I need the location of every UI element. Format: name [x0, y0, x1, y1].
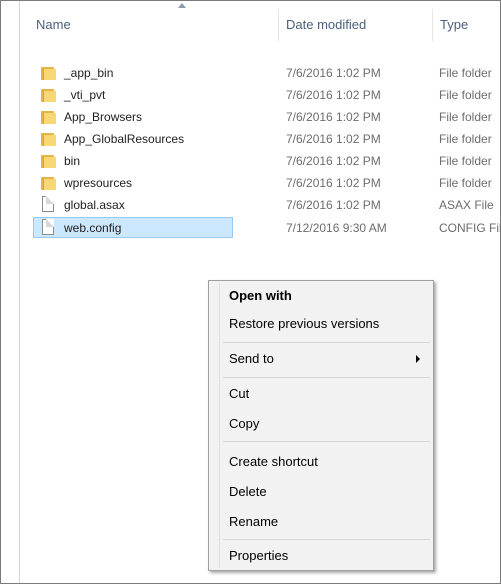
menu-item-label: Copy [229, 416, 260, 431]
folder-icon [41, 154, 56, 168]
file-row-selected[interactable]: web.config 7/12/2016 9:30 AM CONFIG File [31, 217, 501, 239]
menu-item-label: Create shortcut [229, 454, 318, 469]
menu-item-rename[interactable]: Rename [212, 511, 430, 533]
file-date-modified: 7/6/2016 1:02 PM [286, 198, 381, 212]
column-divider[interactable] [278, 9, 279, 41]
menu-item-label: Delete [229, 484, 267, 499]
folder-icon [41, 88, 56, 102]
menu-item-label: Properties [229, 548, 289, 563]
file-type: File folder [439, 66, 492, 80]
file-type: File folder [439, 154, 492, 168]
file-name: App_GlobalResources [64, 132, 185, 146]
menu-item-open-with[interactable]: Open with [212, 285, 430, 307]
menu-item-cut[interactable]: Cut [212, 383, 430, 405]
file-type: CONFIG File [439, 221, 501, 235]
sort-ascending-icon [178, 3, 186, 8]
menu-item-label: Rename [229, 514, 279, 529]
file-name: wpresources [64, 176, 133, 190]
context-menu: Open with Restore previous versions Send… [208, 280, 434, 571]
file-type: File folder [439, 132, 492, 146]
folder-icon [41, 110, 56, 124]
column-header-type[interactable]: Type [440, 1, 468, 41]
file-date-modified: 7/6/2016 1:02 PM [286, 66, 381, 80]
folder-icon [41, 66, 56, 80]
menu-item-label: Send to [229, 351, 274, 366]
menu-separator [223, 441, 430, 442]
menu-item-label: Restore previous versions [229, 316, 380, 331]
file-date-modified: 7/6/2016 1:02 PM [286, 88, 381, 102]
menu-item-properties[interactable]: Properties [212, 545, 430, 567]
file-row[interactable]: _vti_pvt 7/6/2016 1:02 PM File folder [31, 84, 501, 106]
menu-item-delete[interactable]: Delete [212, 481, 430, 503]
column-header-bar: Name Date modified Type [20, 1, 500, 41]
menu-item-label: Open with [229, 288, 292, 303]
file-name: web.config [64, 221, 122, 235]
selection-highlight [33, 217, 233, 238]
file-icon [42, 219, 54, 235]
menu-separator [223, 539, 430, 540]
file-date-modified: 7/12/2016 9:30 AM [286, 221, 387, 235]
file-type: File folder [439, 88, 492, 102]
file-type: ASAX File [439, 198, 494, 212]
file-type: File folder [439, 110, 492, 124]
folder-icon [41, 176, 56, 190]
file-date-modified: 7/6/2016 1:02 PM [286, 132, 381, 146]
column-header-date-modified[interactable]: Date modified [286, 1, 366, 41]
file-type: File folder [439, 176, 492, 190]
file-icon [42, 196, 54, 212]
file-date-modified: 7/6/2016 1:02 PM [286, 176, 381, 190]
file-date-modified: 7/6/2016 1:02 PM [286, 154, 381, 168]
menu-item-create-shortcut[interactable]: Create shortcut [212, 451, 430, 473]
folder-icon [41, 132, 56, 146]
file-row[interactable]: App_Browsers 7/6/2016 1:02 PM File folde… [31, 106, 501, 128]
menu-item-label: Cut [229, 386, 250, 401]
file-name: _app_bin [64, 66, 114, 80]
menu-item-restore-previous-versions[interactable]: Restore previous versions [212, 313, 430, 335]
menu-separator [223, 342, 430, 343]
file-name: App_Browsers [64, 110, 143, 124]
menu-item-copy[interactable]: Copy [212, 413, 430, 435]
file-row[interactable]: bin 7/6/2016 1:02 PM File folder [31, 150, 501, 172]
file-row[interactable]: global.asax 7/6/2016 1:02 PM ASAX File [31, 194, 501, 216]
column-divider[interactable] [432, 9, 433, 41]
file-row[interactable]: wpresources 7/6/2016 1:02 PM File folder [31, 172, 501, 194]
menu-item-send-to[interactable]: Send to [212, 348, 430, 370]
file-name: _vti_pvt [64, 88, 106, 102]
file-row[interactable]: App_GlobalResources 7/6/2016 1:02 PM Fil… [31, 128, 501, 150]
file-name: global.asax [64, 198, 125, 212]
file-date-modified: 7/6/2016 1:02 PM [286, 110, 381, 124]
file-name: bin [64, 154, 81, 168]
menu-separator [223, 377, 430, 378]
file-row[interactable]: _app_bin 7/6/2016 1:02 PM File folder [31, 62, 501, 84]
column-header-name[interactable]: Name [36, 1, 71, 41]
nav-pane-divider[interactable] [19, 1, 20, 583]
submenu-arrow-icon [416, 355, 420, 363]
